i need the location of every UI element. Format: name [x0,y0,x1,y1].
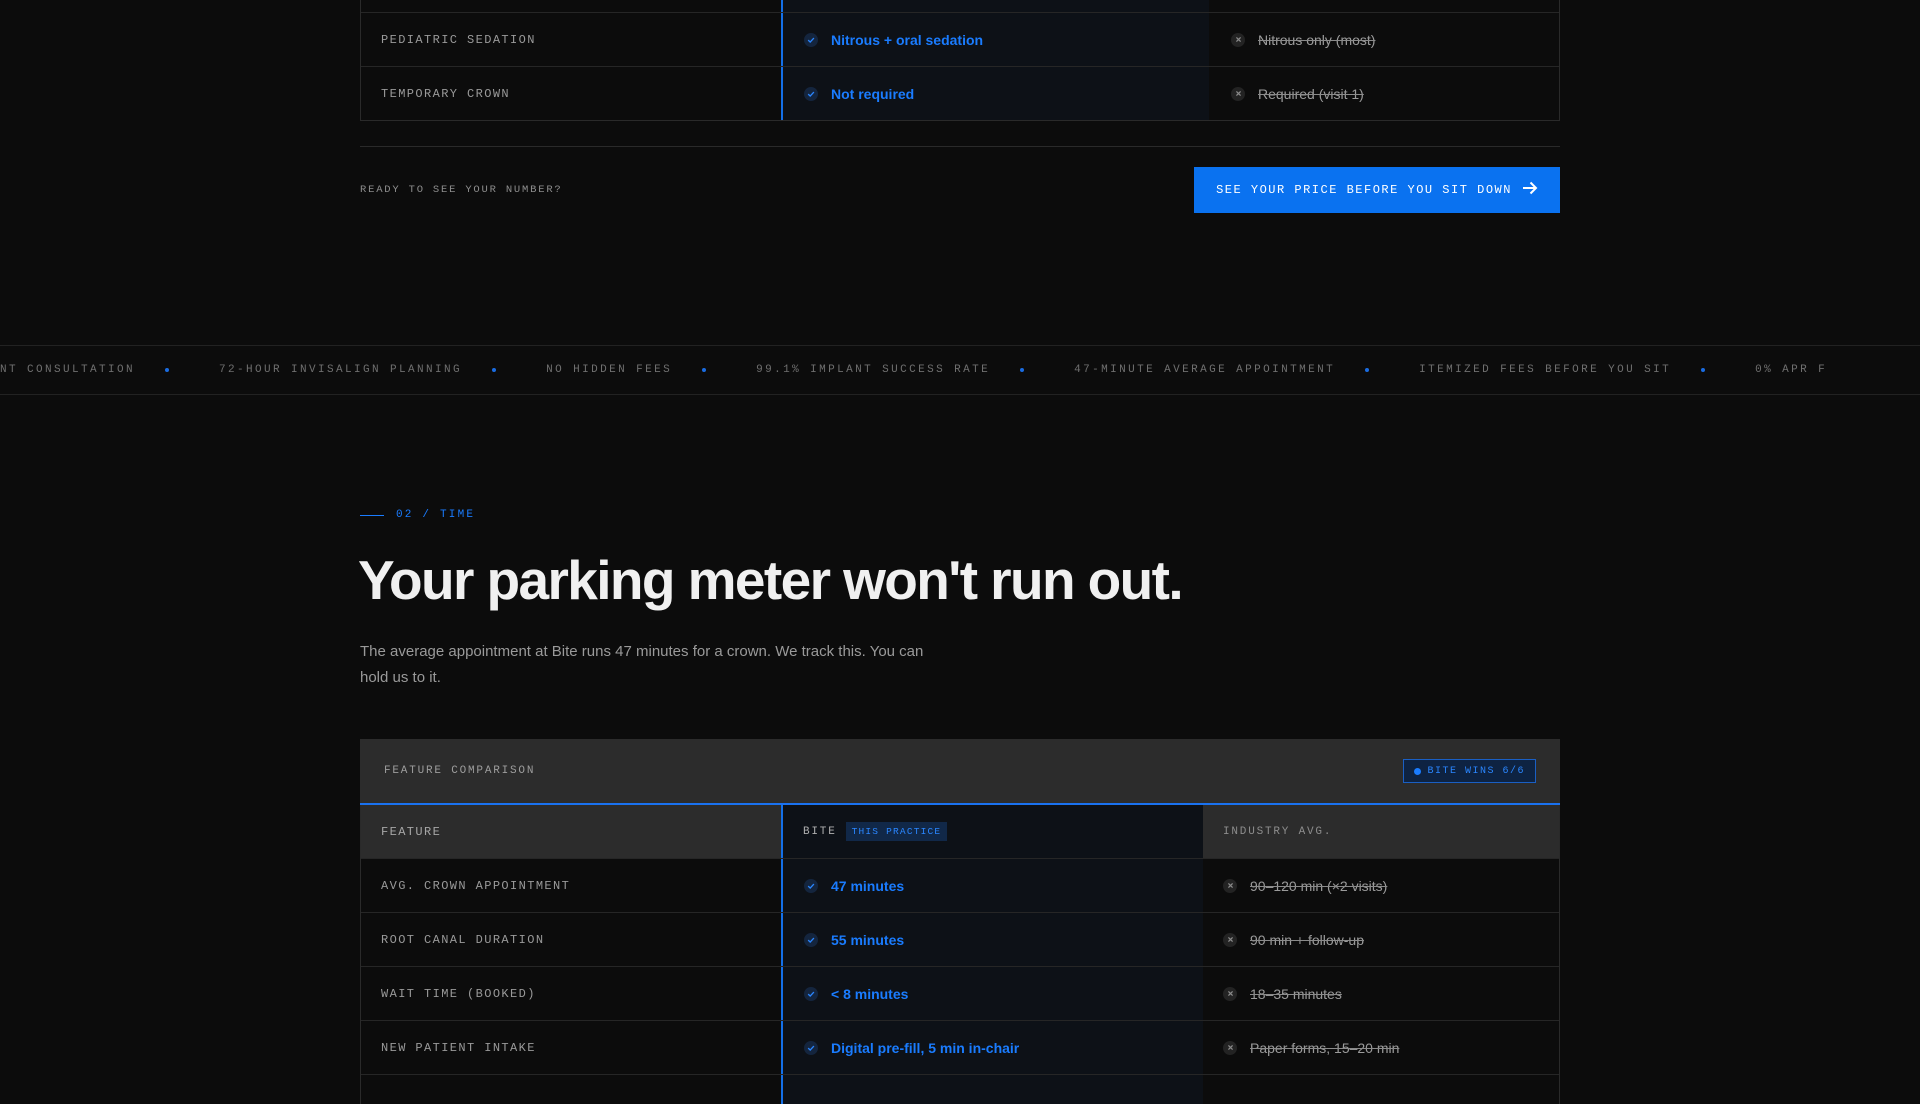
table-row: NEW PATIENT INTAKE Digital pre-fill, 5 m… [361,1020,1559,1074]
see-price-button[interactable]: SEE YOUR PRICE BEFORE YOU SIT DOWN [1194,167,1560,213]
check-icon [804,878,818,893]
check-icon [804,1040,818,1055]
comparison-body: FEATURE BITE THIS PRACTICE INDUSTRY AVG.… [360,805,1560,1104]
eyebrow-label: 02 / TIME [396,509,476,521]
industry-cell: 90 min + follow-up [1203,913,1559,966]
industry-cell: 18–35 minutes [1203,967,1559,1020]
dot-icon [1414,767,1422,775]
table-row: AVG. CROWN APPOINTMENT 47 minutes 90–120… [361,858,1559,912]
feature-cell: NEW PATIENT INTAKE [381,1040,536,1055]
check-icon [804,932,818,947]
marquee-ticker: PLANT CONSULTATION 72-HOUR INVISALIGN PL… [0,345,1920,395]
arrow-right-icon [1522,181,1538,199]
x-icon [1231,32,1245,47]
industry-value: 90 min + follow-up [1250,931,1365,948]
bullet-dot-icon [702,368,707,372]
table-row-partial [361,0,1559,12]
top-comparison-table: PEDIATRIC SEDATION Nitrous + oral sedati… [360,0,1560,121]
bite-cell: 47 minutes [781,859,1203,912]
x-icon [1223,986,1237,1001]
ticker-item: NO HIDDEN FEES [546,364,756,376]
column-header-row: FEATURE BITE THIS PRACTICE INDUSTRY AVG. [361,805,1559,858]
feature-comparison-table: FEATURE COMPARISON BITE WINS 6/6 FEATURE… [360,739,1560,1104]
bite-cell: 55 minutes [781,913,1203,966]
industry-value: 18–35 minutes [1250,985,1342,1002]
bite-label: BITE [803,825,837,838]
column-header-industry: INDUSTRY AVG. [1203,805,1559,858]
ticker-item: 72-HOUR INVISALIGN PLANNING [219,364,546,376]
bite-value: Not required [831,85,915,102]
feature-cell: PEDIATRIC SEDATION [381,32,536,47]
bite-value: 47 minutes [831,877,905,894]
industry-value: Nitrous only (most) [1258,31,1376,48]
feature-cell: AVG. CROWN APPOINTMENT [381,878,571,893]
comparison-header: FEATURE COMPARISON BITE WINS 6/6 [360,739,1560,805]
x-icon [1223,1040,1237,1055]
x-icon [1223,878,1237,893]
industry-value: Paper forms, 15–20 min [1250,1039,1400,1056]
industry-value: Required (visit 1) [1258,85,1364,102]
bullet-dot-icon [1701,368,1706,372]
eyebrow-line [360,514,384,516]
bite-value: Nitrous + oral sedation [831,31,984,48]
bite-cell: Nitrous + oral sedation [781,13,1209,66]
table-row: PEDIATRIC SEDATION Nitrous + oral sedati… [361,12,1559,66]
industry-value: 90–120 min (×2 visits) [1250,877,1388,894]
ticker-item: 0% APR F [1755,364,1828,376]
industry-cell: Nitrous only (most) [1209,13,1559,66]
ticker-track: PLANT CONSULTATION 72-HOUR INVISALIGN PL… [0,346,1827,394]
bullet-dot-icon [492,368,497,372]
x-icon [1231,86,1245,101]
table-row-partial [361,1074,1559,1104]
x-icon [1223,932,1237,947]
bite-cell: < 8 minutes [781,967,1203,1020]
bullet-dot-icon [165,368,170,372]
bite-value: 55 minutes [831,931,905,948]
bullet-dot-icon [1365,368,1370,372]
divider [360,146,1560,147]
table-row: WAIT TIME (BOOKED) < 8 minutes 18–35 min… [361,966,1559,1020]
bite-cell: Not required [781,67,1209,120]
ticker-item: ITEMIZED FEES BEFORE YOU SIT [1419,364,1755,376]
feature-cell: ROOT CANAL DURATION [381,932,545,947]
ticker-item: 99.1% IMPLANT SUCCESS RATE [756,364,1074,376]
ticker-item: 47-MINUTE AVERAGE APPOINTMENT [1074,364,1419,376]
feature-cell: WAIT TIME (BOOKED) [381,986,536,1001]
section-eyebrow: 02 / TIME [360,509,475,521]
check-icon [804,986,818,1001]
column-header-feature: FEATURE [361,805,781,858]
section-paragraph: The average appointment at Bite runs 47 … [360,643,924,686]
feature-cell: TEMPORARY CROWN [381,86,511,101]
section-headline: Your parking meter won't run out. [358,549,1184,611]
bite-value: < 8 minutes [831,985,909,1002]
this-practice-pill: THIS PRACTICE [845,822,948,841]
industry-cell: 90–120 min (×2 visits) [1203,859,1559,912]
see-price-button-label: SEE YOUR PRICE BEFORE YOU SIT DOWN [1216,183,1512,197]
check-icon [804,86,818,101]
industry-cell: Paper forms, 15–20 min [1203,1021,1559,1074]
column-header-bite: BITE THIS PRACTICE [781,805,1203,858]
industry-cell: Required (visit 1) [1209,67,1559,120]
bite-cell: Digital pre-fill, 5 min in-chair [781,1021,1203,1074]
comparison-title: FEATURE COMPARISON [384,765,536,777]
wins-badge-label: BITE WINS 6/6 [1427,765,1525,777]
ticker-item: PLANT CONSULTATION [0,364,219,376]
check-icon [804,32,818,47]
wins-badge: BITE WINS 6/6 [1403,759,1536,783]
table-row: TEMPORARY CROWN Not required Required (v… [361,66,1559,120]
bullet-dot-icon [1020,368,1025,372]
cta-prompt: READY TO SEE YOUR NUMBER? [360,184,563,196]
table-row: ROOT CANAL DURATION 55 minutes 90 min + … [361,912,1559,966]
bite-value: Digital pre-fill, 5 min in-chair [831,1039,1020,1056]
